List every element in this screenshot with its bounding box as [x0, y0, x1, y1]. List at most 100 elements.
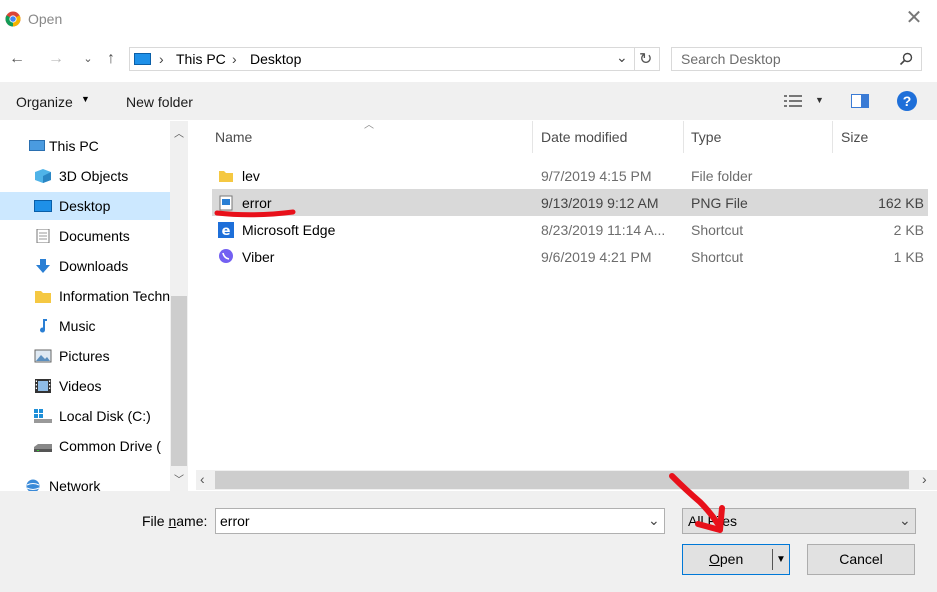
search-icon[interactable]: [899, 52, 913, 66]
video-icon: [35, 379, 51, 393]
cube-icon: [35, 169, 51, 183]
network-drive-icon: [34, 444, 52, 452]
column-header-date[interactable]: Date modified: [541, 129, 627, 145]
sidebar-item-common-drive[interactable]: Common Drive (: [0, 432, 170, 460]
sidebar-item-label: 3D Objects: [59, 168, 129, 184]
breadcrumb-chevron-icon[interactable]: ›: [232, 51, 237, 67]
new-folder-button[interactable]: New folder: [126, 94, 193, 110]
open-button-label: Open: [709, 551, 744, 567]
filename-dropdown-icon[interactable]: ⌄: [648, 512, 660, 529]
sidebar-item-music[interactable]: Music: [0, 312, 170, 340]
open-split-divider: [772, 549, 773, 570]
file-type-dropdown-icon[interactable]: ⌄: [899, 512, 911, 529]
sidebar-item-local-disk[interactable]: Local Disk (C:): [0, 402, 170, 430]
breadcrumb-desktop[interactable]: Desktop: [250, 51, 301, 67]
sidebar-item-downloads[interactable]: Downloads: [0, 252, 170, 280]
column-divider[interactable]: [832, 121, 833, 153]
organize-dropdown-icon[interactable]: ▼: [81, 94, 90, 104]
file-row-lev[interactable]: lev 9/7/2019 4:15 PM File folder: [212, 162, 928, 189]
folder-icon: [219, 171, 233, 182]
red-arrow-annotation: [669, 473, 725, 533]
file-list-hscrollbar[interactable]: ‹ ›: [196, 470, 937, 490]
filename-input[interactable]: error ⌄: [215, 508, 665, 534]
forward-arrow-icon[interactable]: →: [44, 47, 68, 71]
picture-icon: [34, 349, 52, 363]
sidebar-item-information-tech[interactable]: Information Techn: [0, 282, 170, 310]
sidebar-item-pictures[interactable]: Pictures: [0, 342, 170, 370]
sidebar-item-label: Downloads: [59, 258, 129, 274]
organize-button[interactable]: Organize: [16, 94, 73, 110]
sidebar-item-label: Information Techn: [59, 288, 170, 304]
nav-pane-scrollbar[interactable]: ︿ ﹀: [170, 121, 188, 491]
filename-label: File name:: [142, 513, 208, 529]
breadcrumb-chevron-icon[interactable]: ›: [159, 51, 164, 67]
view-dropdown-icon[interactable]: ▼: [815, 95, 824, 105]
file-name: Microsoft Edge: [242, 222, 336, 238]
hscroll-thumb[interactable]: [215, 471, 909, 489]
preview-pane-icon[interactable]: [851, 94, 869, 108]
sidebar-item-label: Common Drive (: [59, 438, 161, 454]
computer-icon: [29, 140, 45, 151]
up-arrow-icon[interactable]: ↑: [99, 47, 123, 71]
sidebar-item-this-pc[interactable]: This PC: [0, 132, 170, 160]
scroll-right-icon[interactable]: ›: [922, 471, 927, 487]
file-size: 162 KB: [878, 195, 924, 211]
back-arrow-icon[interactable]: ←: [5, 47, 29, 71]
red-underline-annotation: [214, 209, 296, 218]
svg-text:e: e: [222, 224, 231, 238]
sidebar-item-label: Documents: [59, 228, 130, 244]
address-bar[interactable]: › This PC › Desktop ⌄ ↻: [129, 47, 660, 71]
file-row-viber[interactable]: Viber 9/6/2019 4:21 PM Shortcut 1 KB: [212, 243, 928, 270]
music-icon: [40, 319, 47, 333]
close-icon[interactable]: ✕: [904, 8, 924, 28]
address-dropdown-icon[interactable]: ⌄: [616, 49, 628, 66]
help-icon[interactable]: ?: [897, 91, 917, 111]
sidebar-item-label: Pictures: [59, 348, 110, 364]
view-list-icon[interactable]: [784, 94, 802, 108]
navigation-pane: This PC 3D Objects Desktop Documents Dow…: [0, 121, 188, 491]
scroll-down-icon[interactable]: ﹀: [174, 471, 184, 486]
filename-value: error: [220, 513, 250, 529]
edge-icon: e: [218, 222, 234, 238]
sidebar-item-label: Music: [59, 318, 96, 334]
viber-icon: [219, 249, 233, 263]
desktop-icon: [134, 53, 151, 65]
file-row-error[interactable]: error 9/13/2019 9:12 AM PNG File 162 KB: [212, 189, 928, 216]
file-date: 9/6/2019 4:21 PM: [541, 249, 652, 265]
search-input[interactable]: Search Desktop: [671, 47, 922, 71]
sidebar-item-documents[interactable]: Documents: [0, 222, 170, 250]
sidebar-item-videos[interactable]: Videos: [0, 372, 170, 400]
refresh-icon[interactable]: ↻: [639, 49, 652, 69]
file-name: Viber: [242, 249, 275, 265]
scroll-left-icon[interactable]: ‹: [200, 471, 205, 487]
open-dropdown-icon[interactable]: ▼: [776, 545, 786, 574]
file-type: File folder: [691, 168, 753, 184]
title-bar: Open ✕: [0, 0, 937, 38]
network-icon: [26, 479, 40, 491]
sidebar-item-label: Desktop: [59, 198, 111, 214]
column-header-name[interactable]: Name: [215, 129, 252, 145]
cancel-button[interactable]: Cancel: [807, 544, 915, 575]
folder-icon: [35, 291, 51, 303]
nav-scroll-thumb[interactable]: [171, 296, 187, 466]
sidebar-item-label: Local Disk (C:): [59, 408, 151, 424]
file-row-microsoft-edge[interactable]: e Microsoft Edge 8/23/2019 11:14 A... Sh…: [212, 216, 928, 243]
window-title: Open: [28, 11, 63, 27]
scroll-up-icon[interactable]: ︿: [174, 125, 184, 140]
open-button[interactable]: Open ▼: [682, 544, 790, 575]
breadcrumb-this-pc[interactable]: This PC: [176, 51, 226, 67]
address-divider: [634, 48, 635, 70]
toolbar: Organize ▼ New folder ▼ ?: [0, 82, 937, 120]
sidebar-item-3d-objects[interactable]: 3D Objects: [0, 162, 170, 190]
column-divider[interactable]: [683, 121, 684, 153]
column-header-type[interactable]: Type: [691, 129, 721, 145]
sidebar-item-desktop[interactable]: Desktop: [0, 192, 170, 220]
search-placeholder: Search Desktop: [681, 51, 781, 67]
drive-icon: [34, 409, 52, 423]
file-date: 9/13/2019 9:12 AM: [541, 195, 659, 211]
sidebar-item-network[interactable]: Network: [0, 472, 170, 491]
column-header-size[interactable]: Size: [841, 129, 868, 145]
recent-locations-chevron-icon[interactable]: ⌄: [76, 47, 100, 71]
column-divider[interactable]: [532, 121, 533, 153]
file-type: Shortcut: [691, 249, 744, 265]
